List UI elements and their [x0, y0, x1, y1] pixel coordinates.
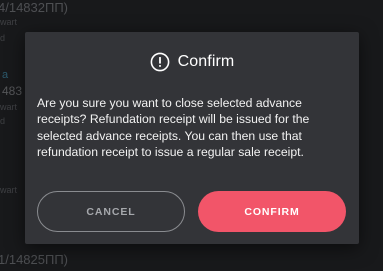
- dialog-title: Confirm: [177, 53, 235, 70]
- confirm-button[interactable]: CONFIRM: [198, 191, 346, 232]
- confirm-dialog: Confirm Are you sure you want to close s…: [25, 32, 359, 244]
- confirm-button-label: CONFIRM: [244, 205, 300, 218]
- info-icon: [150, 52, 170, 72]
- dialog-message: Are you sure you want to close selected …: [37, 96, 310, 160]
- cancel-button-label: CANCEL: [86, 205, 136, 218]
- cancel-button[interactable]: CANCEL: [37, 191, 185, 232]
- dialog-header: Confirm: [25, 50, 359, 74]
